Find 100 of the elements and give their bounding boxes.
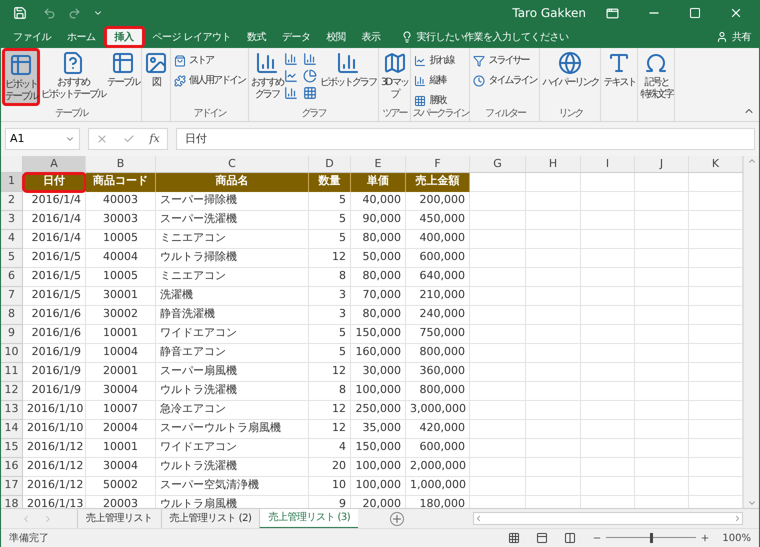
- row-header[interactable]: 6: [1, 268, 23, 287]
- zoom-in-icon[interactable]: [700, 533, 710, 543]
- table-cell: 2016/1/9: [23, 344, 86, 363]
- table-cell: 40003: [86, 192, 156, 211]
- column-header[interactable]: D: [309, 156, 351, 172]
- page-break-icon[interactable]: [564, 532, 576, 544]
- column-header[interactable]: A: [23, 156, 86, 172]
- grid-icon: [414, 94, 426, 106]
- row-header[interactable]: 18: [1, 496, 23, 508]
- ribbon-display-icon[interactable]: [606, 6, 619, 20]
- column-header[interactable]: J: [635, 156, 689, 172]
- ribbon-tab[interactable]: 挿入: [104, 26, 144, 48]
- row-header[interactable]: 1: [1, 173, 23, 192]
- column-header[interactable]: I: [581, 156, 635, 172]
- column-header[interactable]: C: [156, 156, 309, 172]
- formula-field[interactable]: 日付: [176, 128, 755, 150]
- table-cell: 600,000: [406, 249, 470, 268]
- row-header[interactable]: 17: [1, 477, 23, 496]
- ribbon-button[interactable]: 図: [143, 48, 169, 106]
- ribbon-button[interactable]: おすすめ ピボットテーブル: [40, 48, 106, 106]
- sheet-tab[interactable]: 売上管理リスト (3): [259, 508, 358, 528]
- table-cell: 100,000: [351, 382, 406, 401]
- ribbon-button[interactable]: おすすめ グラフ: [250, 48, 284, 106]
- ribbon-tab[interactable]: ホーム: [59, 26, 104, 48]
- ribbon-button[interactable]: 3D マッ プ: [380, 48, 410, 106]
- insert-function-button[interactable]: fx: [149, 130, 160, 148]
- zoom-slider[interactable]: [606, 533, 696, 543]
- zoom-thumb[interactable]: [650, 533, 654, 543]
- table-cell: 2016/1/4: [23, 211, 86, 230]
- row-header[interactable]: 3: [1, 211, 23, 230]
- ribbon-tab[interactable]: ページ レイアウト: [144, 26, 240, 48]
- table-cell: 30004: [86, 382, 156, 401]
- ribbon-tab[interactable]: ファイル: [5, 26, 59, 48]
- row-header[interactable]: 4: [1, 230, 23, 249]
- map-icon: [382, 51, 407, 75]
- empty-cell: [470, 211, 526, 230]
- empty-cell: [581, 439, 635, 458]
- new-sheet-icon[interactable]: [390, 512, 404, 526]
- column-header[interactable]: E: [351, 156, 406, 172]
- ribbon-button[interactable]: 勝敗: [414, 92, 454, 109]
- ribbon-button[interactable]: タイムライン: [473, 72, 536, 89]
- table-cell: 2016/1/5: [23, 249, 86, 268]
- ribbon-button[interactable]: ハイパーリンク: [541, 48, 600, 106]
- vertical-scrollbar[interactable]: [743, 156, 759, 508]
- empty-cell: [526, 230, 581, 249]
- group-label: スパークライン: [412, 108, 468, 120]
- table-cell: 150,000: [351, 325, 406, 344]
- page-layout-icon[interactable]: [536, 532, 548, 544]
- empty-cell: [581, 173, 635, 192]
- row-header[interactable]: 7: [1, 287, 23, 306]
- row-header[interactable]: 11: [1, 363, 23, 382]
- ribbon-button[interactable]: 縦棒: [414, 72, 454, 89]
- row-header[interactable]: 12: [1, 382, 23, 401]
- share-button[interactable]: 共有: [716, 26, 751, 48]
- normal-view-icon[interactable]: [508, 532, 520, 544]
- column-header[interactable]: H: [526, 156, 581, 172]
- empty-cell: [581, 249, 635, 268]
- row-header[interactable]: 16: [1, 458, 23, 477]
- row-header[interactable]: 14: [1, 420, 23, 439]
- ribbon-button[interactable]: テキスト: [602, 48, 636, 106]
- user-name: Taro Gakken: [512, 5, 586, 22]
- table-cell: 240,000: [406, 306, 470, 325]
- row-header[interactable]: 8: [1, 306, 23, 325]
- maximize-icon[interactable]: [689, 7, 701, 19]
- scroll-right-icon[interactable]: [733, 514, 742, 523]
- empty-cell: [470, 458, 526, 477]
- table-cell: スーパー扇風機: [156, 363, 309, 382]
- horizontal-scrollbar[interactable]: [473, 512, 743, 525]
- column-header[interactable]: G: [470, 156, 526, 172]
- empty-cell: [526, 173, 581, 192]
- row-header[interactable]: 13: [1, 401, 23, 420]
- save-icon[interactable]: [13, 6, 27, 20]
- close-icon[interactable]: [729, 6, 743, 20]
- empty-cell: [526, 268, 581, 287]
- name-box[interactable]: A1: [5, 128, 80, 150]
- table-cell: 8: [309, 382, 351, 401]
- empty-cell: [581, 230, 635, 249]
- ribbon-button[interactable]: ピボット テーブル: [2, 48, 40, 106]
- row-header[interactable]: 10: [1, 344, 23, 363]
- row-header[interactable]: 2: [1, 192, 23, 211]
- row-header[interactable]: 15: [1, 439, 23, 458]
- ribbon-button[interactable]: ストア: [174, 52, 245, 69]
- ribbon-button[interactable]: ピボットグラフ: [319, 48, 377, 106]
- ribbon-button[interactable]: テーブル: [106, 48, 140, 106]
- ribbon-button[interactable]: 折れ線: [414, 52, 454, 69]
- row-header[interactable]: 9: [1, 325, 23, 344]
- ribbon-button[interactable]: 個人用アドイン: [174, 72, 245, 89]
- row-header[interactable]: 5: [1, 249, 23, 268]
- tell-me-field[interactable]: 実行したい作業を入力してください: [400, 26, 617, 48]
- ribbon-tab[interactable]: 校閲: [318, 26, 354, 48]
- ribbon-button[interactable]: スライサー: [473, 52, 536, 69]
- ribbon-button[interactable]: 記号と 特殊文字: [639, 48, 674, 106]
- ribbon-tab[interactable]: 数式: [239, 26, 274, 48]
- zoom-percent[interactable]: 100%: [722, 530, 751, 546]
- ribbon-tab[interactable]: 表示: [354, 26, 389, 48]
- scroll-left-icon[interactable]: [474, 514, 483, 523]
- image-icon: [144, 51, 168, 75]
- ribbon-tab[interactable]: データ: [274, 26, 319, 48]
- column-header[interactable]: F: [406, 156, 470, 172]
- column-header[interactable]: B: [86, 156, 156, 172]
